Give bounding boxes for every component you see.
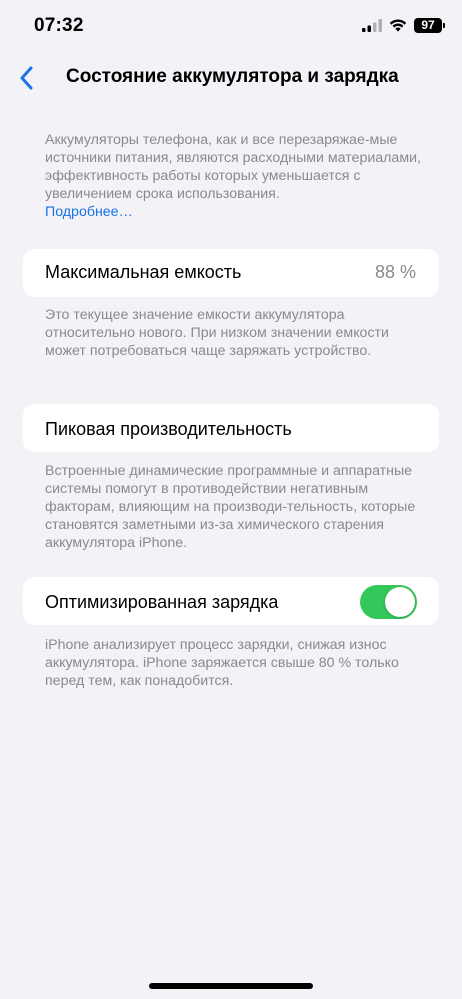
peak-performance-cell: Пиковая производительность	[23, 404, 439, 452]
intro-text: Аккумуляторы телефона, как и все перезар…	[45, 132, 421, 202]
max-capacity-value: 88 %	[374, 262, 416, 282]
toggle-knob	[385, 587, 415, 617]
status-bar: 07:32 97	[0, 0, 462, 56]
chevron-left-icon	[20, 66, 33, 90]
status-icons: 97	[362, 18, 445, 33]
max-capacity-description: Это текущее значение емкости аккумулятор…	[45, 307, 389, 359]
page-title: Состояние аккумулятора и зарядка	[66, 66, 399, 87]
battery-level: 97	[421, 18, 435, 32]
back-button[interactable]	[10, 62, 42, 94]
max-capacity-label: Максимальная емкость	[45, 262, 242, 282]
intro-description: Аккумуляторы телефона, как и все перезар…	[45, 131, 425, 221]
status-time: 07:32	[34, 15, 84, 36]
home-indicator[interactable]	[149, 983, 313, 989]
optimized-charging-cell: Оптимизированная зарядка	[23, 577, 439, 625]
battery-icon: 97	[414, 18, 445, 33]
learn-more-link[interactable]: Подробнее…	[45, 203, 425, 221]
signal-icon	[362, 19, 382, 32]
peak-performance-label: Пиковая производительность	[45, 419, 292, 439]
max-capacity-cell: Максимальная емкость 88 %	[23, 249, 439, 297]
navigation-bar: Состояние аккумулятора и зарядка	[0, 56, 462, 100]
wifi-icon	[389, 19, 407, 32]
peak-performance-description: Встроенные динамические программные и ап…	[45, 463, 416, 551]
optimized-charging-toggle[interactable]	[360, 585, 417, 619]
optimized-charging-label: Оптимизированная зарядка	[45, 592, 279, 612]
optimized-charging-description: iPhone анализирует процесс зарядки, сниж…	[45, 637, 399, 689]
